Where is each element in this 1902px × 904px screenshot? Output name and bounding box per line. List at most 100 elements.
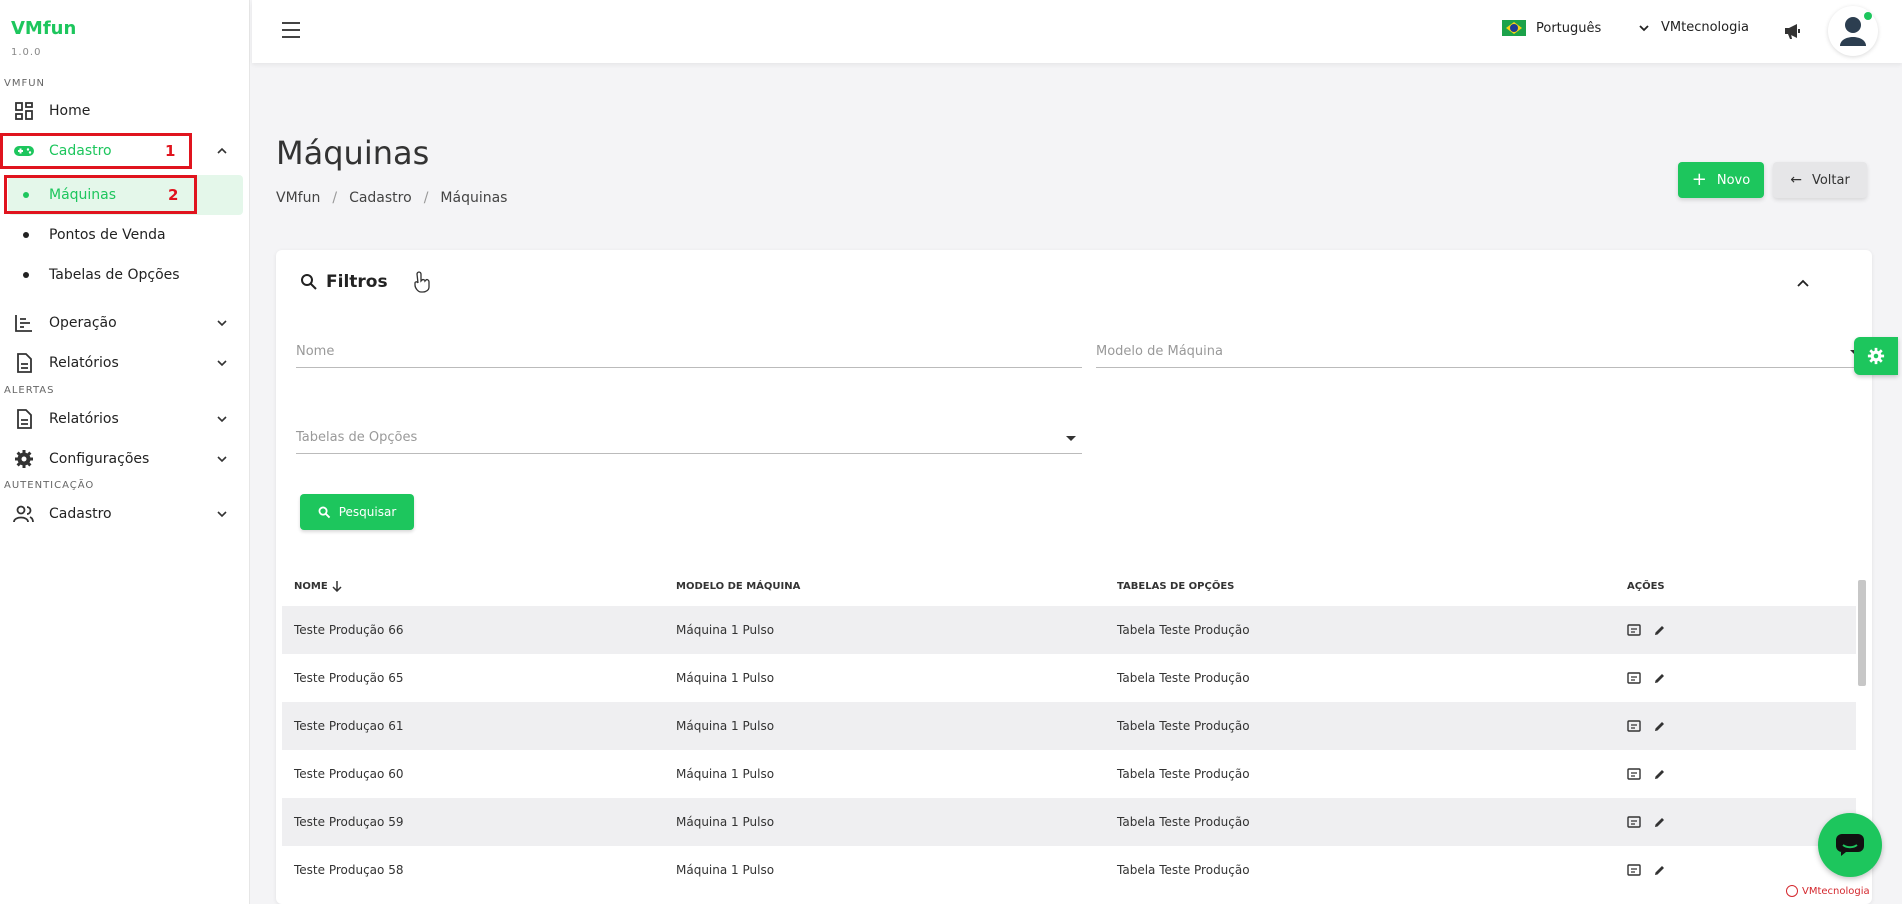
search-button[interactable]: Pesquisar [300,494,414,530]
view-details-icon[interactable] [1627,864,1641,876]
sidebar-subitem-label: Pontos de Venda [49,227,166,243]
bullet-icon [23,232,29,238]
chat-button[interactable] [1818,813,1882,877]
filters-title: Filtros [326,272,388,292]
modelo-maquina-select[interactable]: Modelo de Máquina [1096,334,1866,368]
table-row[interactable]: Teste Produção 65 Máquina 1 Pulso Tabela T… [282,654,1856,702]
cell-tabelas: Tabela Teste Produção [1117,719,1250,733]
document-icon [12,407,36,431]
plus-icon: + [1691,169,1707,190]
user-avatar[interactable] [1828,6,1878,56]
cell-nome: Teste Produçao 61 [294,719,404,733]
chevron-up-icon[interactable] [1794,275,1812,293]
sidebar-item-alert-relatorios[interactable]: Relatórios [0,401,245,437]
edit-pencil-icon[interactable] [1653,816,1666,829]
edit-pencil-icon[interactable] [1653,672,1666,685]
sidebar-item-home[interactable]: Home [0,93,245,129]
language-selector[interactable]: Português [1502,20,1601,36]
users-icon [12,502,36,526]
cell-acoes [1627,702,1666,750]
cell-modelo: Máquina 1 Pulso [676,623,775,637]
brazil-flag-icon [1502,20,1526,36]
language-label: Português [1536,20,1602,36]
edit-pencil-icon[interactable] [1653,624,1666,637]
new-button[interactable]: + Novo [1678,162,1764,198]
new-button-label: Novo [1716,172,1751,188]
cell-tabelas: Tabela Teste Produção [1117,815,1250,829]
top-bar: Português VMtecnologia [252,0,1902,63]
cell-nome: Teste Produçao 58 [294,863,404,877]
dropdown-arrow-icon [1066,436,1076,441]
sidebar-item-label: Cadastro [49,506,112,522]
breadcrumb-separator: / [332,190,338,206]
chat-icon [1836,834,1864,856]
table-row[interactable]: Teste Produçao 58 Máquina 1 Pulso Tabela T… [282,846,1856,894]
sidebar-item-operacao[interactable]: Operação [0,305,245,341]
column-header-label: NOME [294,580,328,592]
view-details-icon[interactable] [1627,672,1641,684]
column-header-tabelas[interactable]: TABELAS DE OPÇÕES [1117,566,1234,606]
table-row[interactable]: Teste Produção 66 Máquina 1 Pulso Tabela T… [282,606,1856,654]
column-header-nome[interactable]: NOME [294,566,343,606]
sidebar-item-label: Home [49,103,91,119]
chevron-down-icon [217,511,227,518]
nome-placeholder: Nome [296,344,335,359]
nome-field[interactable]: Nome [296,334,1082,368]
cell-nome: Teste Produçao 60 [294,767,404,781]
annotation-box-1 [0,133,192,169]
cell-modelo: Máquina 1 Pulso [676,815,775,829]
company-label: VMtecnologia [1661,20,1749,35]
cell-modelo: Máquina 1 Pulso [676,719,775,733]
cell-tabelas: Tabela Teste Produção [1117,863,1250,877]
tabelas-opcoes-select[interactable]: Tabelas de Opções [296,420,1082,454]
gear-icon [1867,347,1885,365]
scrollbar-thumb[interactable] [1858,580,1866,686]
sidebar-subitem-label: Tabelas de Opções [49,267,180,283]
back-button[interactable]: ← Voltar [1773,162,1867,198]
settings-tab[interactable] [1854,337,1898,375]
breadcrumb-item[interactable]: Cadastro [349,190,412,206]
document-icon [12,351,36,375]
hand-cursor-icon [413,271,430,293]
sidebar-subitem-pontos-de-venda[interactable]: Pontos de Venda [8,215,243,255]
table-row[interactable]: Teste Produçao 60 Máquina 1 Pulso Tabela T… [282,750,1856,798]
sidebar-item-configuracoes[interactable]: Configurações [0,441,245,477]
gantt-icon [12,311,36,335]
menu-icon[interactable] [282,22,300,38]
cell-nome: Teste Produção 65 [294,671,404,685]
sidebar-item-label: Configurações [49,451,150,467]
brand-logo-icon [1786,885,1798,897]
edit-pencil-icon[interactable] [1653,768,1666,781]
footer-brand-label: VMtecnologia [1802,885,1870,897]
view-details-icon[interactable] [1627,816,1641,828]
column-header-modelo[interactable]: MODELO DE MÁQUINA [676,566,800,606]
view-details-icon[interactable] [1627,720,1641,732]
filters-header[interactable]: Filtros [300,270,440,294]
cell-tabelas: Tabela Teste Produção [1117,767,1250,781]
view-details-icon[interactable] [1627,624,1641,636]
company-selector[interactable]: VMtecnologia [1637,20,1749,35]
chevron-down-icon [217,320,227,327]
view-details-icon[interactable] [1627,768,1641,780]
annotation-number-1: 1 [165,142,176,160]
breadcrumb-item[interactable]: VMfun [276,190,320,206]
megaphone-icon[interactable] [1782,20,1804,42]
sidebar-subitem-tabelas-de-opcoes[interactable]: Tabelas de Opções [8,255,243,295]
app-version: 1.0.0 [11,47,42,58]
edit-pencil-icon[interactable] [1653,720,1666,733]
breadcrumb: VMfun / Cadastro / Máquinas [276,190,507,206]
annotation-number-2: 2 [168,186,179,204]
search-icon [301,274,317,290]
table-row[interactable]: Teste Produçao 59 Máquina 1 Pulso Tabela T… [282,798,1856,846]
sort-arrow-down-icon [332,581,342,592]
sidebar-item-relatorios[interactable]: Relatórios [0,345,245,381]
table-row[interactable]: Teste Produçao 61 Máquina 1 Pulso Tabela T… [282,702,1856,750]
section-label-vmfun: VMFUN [4,78,46,89]
sidebar-item-auth-cadastro[interactable]: Cadastro [0,496,245,532]
edit-pencil-icon[interactable] [1653,864,1666,877]
section-label-alertas: ALERTAS [4,385,55,396]
page-title: Máquinas [276,134,430,172]
cell-tabelas: Tabela Teste Produção [1117,671,1250,685]
cell-modelo: Máquina 1 Pulso [676,767,775,781]
online-status-dot [1864,12,1872,20]
